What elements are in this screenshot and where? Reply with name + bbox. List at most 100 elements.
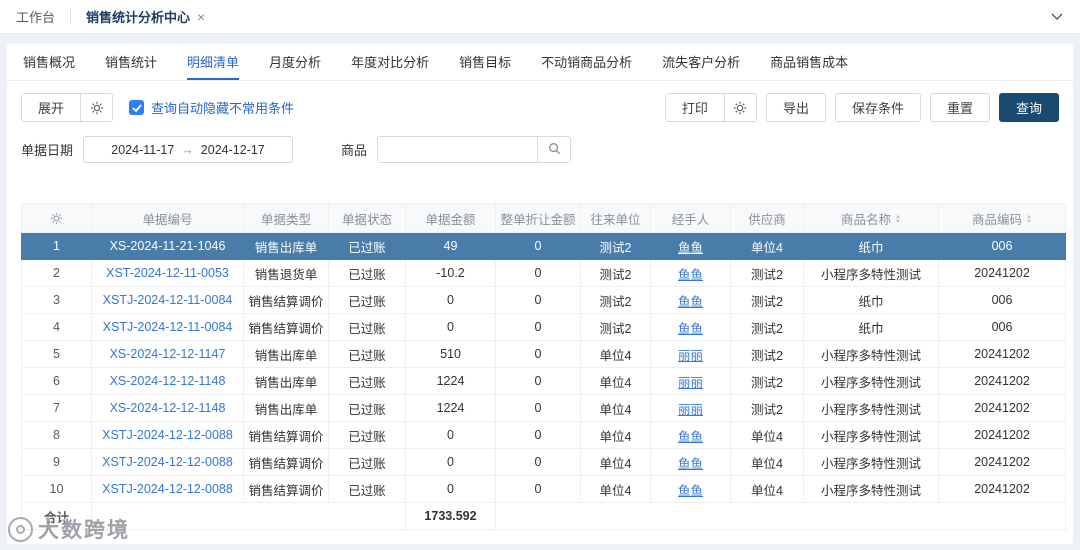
product-name: 小程序多特性测试 (803, 367, 939, 395)
doc-number-link[interactable]: XSTJ-2024-12-12-0088 (91, 448, 244, 476)
summary-label: 合计 (21, 502, 92, 530)
filter-settings-button[interactable] (81, 93, 114, 122)
table-row[interactable]: 9 XSTJ-2024-12-12-0088 销售结算调价 已过账 0 0 单位4 鱼鱼 单位4… (21, 448, 1066, 476)
table-row[interactable]: 8 XSTJ-2024-12-12-0088 销售结算调价 已过账 0 0 单位4 鱼鱼 单位4… (21, 421, 1066, 449)
header-label: 商品名称 (841, 212, 892, 227)
window-tab-workbench[interactable]: 工作台 (16, 7, 55, 26)
search-icon (548, 142, 561, 158)
expand-button[interactable]: 展开 (21, 93, 82, 122)
doc-number-link[interactable]: XS-2024-12-12-1148 (91, 367, 244, 395)
product-code: 006 (938, 232, 1066, 260)
tab-detail-list[interactable]: 明细清单 (187, 44, 240, 80)
reset-button[interactable]: 重置 (929, 93, 990, 122)
counterparty: 单位4 (580, 448, 651, 476)
handler-link[interactable]: 鱼鱼 (650, 313, 731, 341)
doc-number-link[interactable]: XSTJ-2024-12-12-0088 (91, 421, 244, 449)
table-row[interactable]: 4 XSTJ-2024-12-11-0084 销售结算调价 已过账 0 0 测试2 鱼鱼 测试2… (21, 313, 1066, 341)
header-product-code[interactable]: 商品编码 ▲ ▼ (938, 203, 1066, 233)
supplier: 测试2 (730, 313, 804, 341)
sort-icon[interactable]: ▲ ▼ (895, 214, 901, 225)
window-tab-label: 销售统计分析中心 (86, 10, 191, 25)
table-row[interactable]: 2 XST-2024-12-11-0053 销售退货单 已过账 -10.2 0 测试2 鱼鱼测… (21, 259, 1066, 287)
discount-amount: 0 (495, 232, 581, 260)
column-settings-header[interactable] (21, 203, 92, 233)
doc-number-link[interactable]: XSTJ-2024-12-12-0088 (91, 475, 244, 503)
tab-lost-customers[interactable]: 流失客户分析 (662, 44, 740, 80)
doc-amount: 0 (405, 286, 496, 314)
auto-hide-label: 查询自动隐藏不常用条件 (151, 101, 295, 116)
counterparty: 测试2 (580, 313, 651, 341)
module-tabs: 销售概况 销售统计 明细清单 月度分析 年度对比分析 销售目标 不动销商品分析 … (7, 44, 1073, 81)
header-doc-type: 单据类型 (243, 203, 329, 233)
table-row[interactable]: 6 XS-2024-12-12-1148 销售出库单 已过账 1224 0 单位4 丽丽 测试2… (21, 367, 1066, 395)
save-conditions-button[interactable]: 保存条件 (834, 93, 921, 122)
header-doc-number: 单据编号 (91, 203, 244, 233)
product-code: 20241202 (938, 340, 1066, 368)
handler-link[interactable]: 鱼鱼 (650, 421, 731, 449)
doc-type: 销售结算调价 (243, 313, 329, 341)
table-row[interactable]: 1 XS-2024-11-21-1046 销售出库单 已过账 49 0 测试2 鱼鱼 单位4 纸巾… (21, 232, 1066, 260)
table-row[interactable]: 5 XS-2024-12-12-1147 销售出库单 已过账 510 0 单位4 丽丽 测试2 小… (21, 340, 1066, 368)
doc-amount: 49 (405, 232, 496, 260)
sort-icon[interactable]: ▲ ▼ (1026, 214, 1032, 225)
doc-number-link[interactable]: XS-2024-12-12-1147 (91, 340, 244, 368)
product-name: 纸巾 (803, 313, 939, 341)
toolbar-right: 打印 导出 保存条件 重置 查询 (664, 93, 1059, 122)
row-index: 8 (21, 421, 92, 449)
doc-status: 已过账 (328, 232, 406, 260)
date-range-input[interactable]: 2024-11-17 → 2024-12-17 (83, 136, 294, 163)
table-row[interactable]: 7 XS-2024-12-12-1148 销售出库单 已过账 1224 0 单位4 丽丽 测试2… (21, 394, 1066, 422)
tab-monthly-analysis[interactable]: 月度分析 (269, 44, 321, 80)
print-button[interactable]: 打印 (664, 93, 725, 122)
handler-link[interactable]: 丽丽 (650, 367, 731, 395)
handler-link[interactable]: 鱼鱼 (650, 232, 731, 260)
row-index: 10 (21, 475, 92, 503)
handler-link[interactable]: 鱼鱼 (650, 259, 731, 287)
tab-divider (70, 9, 72, 24)
tab-sales-target[interactable]: 销售目标 (459, 44, 511, 80)
doc-amount: 510 (405, 340, 496, 368)
auto-hide-checkbox-wrap[interactable]: 查询自动隐藏不常用条件 (129, 98, 294, 117)
tab-product-sales-cost[interactable]: 商品销售成本 (770, 44, 848, 80)
export-button[interactable]: 导出 (765, 93, 826, 122)
header-doc-amount: 单据金额 (405, 203, 496, 233)
print-button-group: 打印 (664, 93, 757, 122)
handler-link[interactable]: 丽丽 (650, 394, 731, 422)
doc-status: 已过账 (328, 448, 406, 476)
tab-yearly-comparison[interactable]: 年度对比分析 (351, 44, 429, 80)
tab-slow-moving-products[interactable]: 不动销商品分析 (541, 44, 632, 80)
checkbox-checked-icon[interactable] (129, 100, 145, 115)
doc-number-link[interactable]: XSTJ-2024-12-11-0084 (91, 286, 244, 314)
doc-status: 已过账 (328, 367, 406, 395)
row-index: 4 (21, 313, 92, 341)
header-product-name[interactable]: 商品名称 ▲ ▼ (803, 203, 939, 233)
doc-number-link[interactable]: XST-2024-12-11-0053 (91, 259, 244, 287)
product-search-button[interactable] (537, 136, 572, 163)
row-index: 5 (21, 340, 92, 368)
product-name: 纸巾 (803, 232, 939, 260)
summary-cell (91, 502, 406, 530)
query-button[interactable]: 查询 (998, 93, 1059, 122)
doc-number-link[interactable]: XS-2024-11-21-1046 (91, 232, 244, 260)
handler-link[interactable]: 鱼鱼 (650, 448, 731, 476)
tab-sales-overview[interactable]: 销售概况 (23, 44, 75, 80)
doc-number-link[interactable]: XSTJ-2024-12-11-0084 (91, 313, 244, 341)
row-index: 3 (21, 286, 92, 314)
print-settings-button[interactable] (724, 93, 757, 122)
table-row[interactable]: 3 XSTJ-2024-12-11-0084 销售结算调价 已过账 0 0 测试2 鱼鱼 测试2… (21, 286, 1066, 314)
doc-status: 已过账 (328, 421, 406, 449)
close-icon[interactable]: × (197, 9, 205, 25)
supplier: 测试2 (730, 259, 804, 287)
doc-amount: 0 (405, 313, 496, 341)
window-tab-sales-analysis[interactable]: 销售统计分析中心 × (86, 7, 205, 26)
chevron-down-icon[interactable] (1050, 12, 1064, 21)
tab-sales-statistics[interactable]: 销售统计 (105, 44, 157, 80)
product-search-input[interactable] (377, 136, 538, 163)
table-row[interactable]: 10 XSTJ-2024-12-12-0088 销售结算调价 已过账 0 0 单位4 鱼鱼 单位… (21, 475, 1066, 503)
handler-link[interactable]: 鱼鱼 (650, 475, 731, 503)
product-code: 20241202 (938, 448, 1066, 476)
handler-link[interactable]: 鱼鱼 (650, 286, 731, 314)
handler-link[interactable]: 丽丽 (650, 340, 731, 368)
doc-number-link[interactable]: XS-2024-12-12-1148 (91, 394, 244, 422)
counterparty: 测试2 (580, 232, 651, 260)
